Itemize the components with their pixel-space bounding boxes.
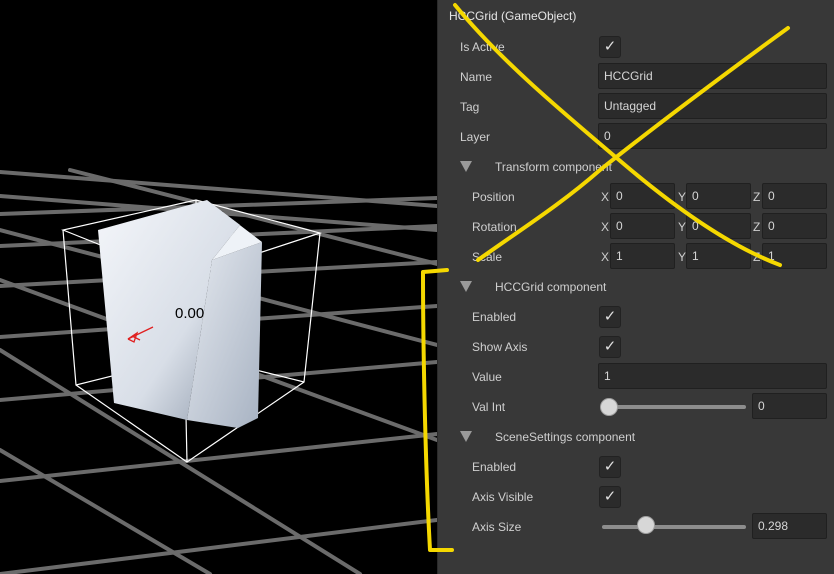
scale-y-field[interactable]: 1 — [686, 243, 751, 269]
scene-viewport[interactable]: 0.00 — [0, 0, 437, 574]
checkmark-icon: ✓ — [603, 458, 617, 475]
axis-x-label: X — [601, 220, 610, 234]
axis-size-label: Axis Size — [472, 520, 522, 534]
axis-size-slider-track[interactable] — [602, 525, 746, 529]
val-int-slider-knob[interactable] — [600, 398, 618, 416]
transform-header[interactable]: Transform component — [495, 160, 612, 174]
val-int-slider-track[interactable] — [608, 405, 746, 409]
tag-label: Tag — [460, 100, 480, 114]
hccgrid-enabled-label: Enabled — [472, 310, 517, 324]
triangle-down-icon[interactable] — [460, 161, 472, 172]
checkmark-icon: ✓ — [603, 488, 617, 505]
rotation-z-field[interactable]: 0 — [762, 213, 827, 239]
checkmark-icon: ✓ — [603, 38, 617, 55]
inspector-panel: HCCGrid (GameObject) Is Active ✓ Name HC… — [437, 0, 834, 574]
show-axis-label: Show Axis — [472, 340, 528, 354]
rotation-x-field[interactable]: 0 — [610, 213, 675, 239]
value-label: Value — [472, 370, 502, 384]
axis-size-slider-knob[interactable] — [637, 516, 656, 534]
show-axis-checkbox[interactable]: ✓ — [599, 336, 621, 358]
axis-visible-checkbox[interactable]: ✓ — [599, 486, 621, 508]
is-active-checkbox[interactable]: ✓ — [599, 36, 621, 58]
position-y-field[interactable]: 0 — [686, 183, 751, 209]
axis-y-label: Y — [678, 220, 687, 234]
value-field[interactable]: 1 — [598, 363, 827, 389]
layer-label: Layer — [460, 130, 491, 144]
axis-visible-label: Axis Visible — [472, 490, 534, 504]
scene-grid — [0, 168, 437, 574]
inspector-title: HCCGrid (GameObject) — [449, 9, 577, 23]
checkmark-icon: ✓ — [603, 308, 617, 325]
axis-x-label: X — [601, 190, 610, 204]
rotation-y-field[interactable]: 0 — [686, 213, 751, 239]
cube-value-label: 0.00 — [175, 305, 205, 322]
hccgrid-enabled-checkbox[interactable]: ✓ — [599, 306, 621, 328]
axis-y-label: Y — [678, 190, 687, 204]
axis-z-label: Z — [753, 220, 761, 234]
val-int-label: Val Int — [472, 400, 506, 414]
triangle-down-icon[interactable] — [460, 281, 472, 292]
axis-z-label: Z — [753, 190, 761, 204]
scale-x-field[interactable]: 1 — [610, 243, 675, 269]
scale-z-field[interactable]: 1 — [762, 243, 827, 269]
scenesettings-enabled-label: Enabled — [472, 460, 517, 474]
scale-label: Scale — [472, 250, 503, 264]
hccgrid-header[interactable]: HCCGrid component — [495, 280, 606, 294]
position-z-field[interactable]: 0 — [762, 183, 827, 209]
scenesettings-header[interactable]: SceneSettings component — [495, 430, 635, 444]
axis-size-field[interactable]: 0.298 — [752, 513, 827, 539]
checkmark-icon: ✓ — [603, 338, 617, 355]
name-label: Name — [460, 70, 493, 84]
layer-field[interactable]: 0 — [598, 123, 827, 149]
axis-z-label: Z — [753, 250, 761, 264]
position-label: Position — [472, 190, 515, 204]
tag-field[interactable]: Untagged — [598, 93, 827, 119]
triangle-down-icon[interactable] — [460, 431, 472, 442]
val-int-field[interactable]: 0 — [752, 393, 827, 419]
is-active-label: Is Active — [460, 40, 505, 54]
axis-y-label: Y — [678, 250, 687, 264]
position-x-field[interactable]: 0 — [610, 183, 675, 209]
rotation-label: Rotation — [472, 220, 517, 234]
scenesettings-enabled-checkbox[interactable]: ✓ — [599, 456, 621, 478]
axis-x-label: X — [601, 250, 610, 264]
name-field[interactable]: HCCGrid — [598, 63, 827, 89]
